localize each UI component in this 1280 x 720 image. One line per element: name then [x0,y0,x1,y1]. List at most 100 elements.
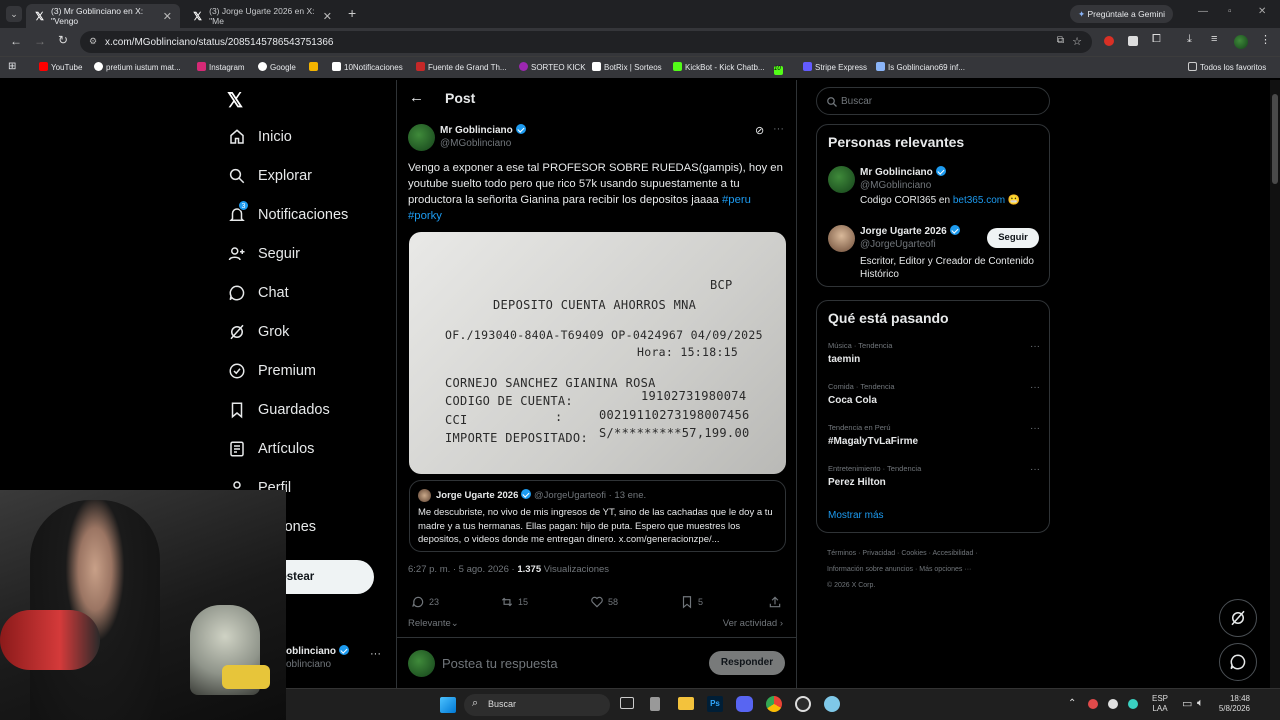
page-scrollbar[interactable] [1270,80,1280,688]
follow-button[interactable]: Seguir [987,228,1039,248]
post-timestamp[interactable]: 6:27 p. m. · 5 ago. 2026 · [408,564,515,575]
tray-chevron-icon[interactable]: ⌃ [1068,698,1076,709]
view-activity-link[interactable]: Ver actividad › [723,618,783,629]
tab-active[interactable]: 𝕏 (3) Mr Goblinciano en X: "Vengo ✕ [26,4,180,28]
grok-fab[interactable] [1219,599,1257,637]
sort-replies-dropdown[interactable]: Relevante⌄ [408,618,459,629]
author-name[interactable]: Mr Goblinciano [440,125,513,136]
bookmark-sorteo-kick[interactable]: SORTEO KICK [519,62,586,72]
reload-icon[interactable]: ↻ [58,33,68,47]
bookmark-pretium[interactable]: pretium iustum mat... [94,62,181,72]
more-dots-icon[interactable]: ··· [1030,464,1040,475]
bookmark-10notificaciones[interactable]: 10Notificaciones [332,62,403,72]
more-dots-icon[interactable]: ··· [1030,382,1040,393]
bookmark-star-icon[interactable]: ☆ [1072,35,1082,48]
volume-icon[interactable]: 🔈︎ [1197,697,1204,710]
extensions-puzzle-icon[interactable]: ⧠ [1152,33,1161,46]
share-button[interactable] [768,595,786,609]
new-tab-icon[interactable]: + [348,5,356,21]
author-avatar[interactable] [408,124,435,151]
close-window-icon[interactable]: ✕ [1258,6,1266,17]
hashtag-link[interactable]: #peru [722,194,751,206]
nav-home[interactable]: Inicio [228,128,292,146]
trend-item[interactable]: Música · Tendencia taemin ··· [828,341,1040,365]
grok-icon[interactable]: ⊘ [755,124,764,137]
tab-inactive[interactable]: 𝕏 (3) Jorge Ugarte 2026 en X: "Me ✕ [184,4,340,28]
trend-item[interactable]: Tendencia en Perú #MagalyTvLaFirme ··· [828,423,1040,447]
bookmark-goblinciano[interactable]: Is Goblinciano69 inf... [876,62,965,72]
footer-link[interactable]: Información sobre anuncios [827,566,913,573]
apps-icon[interactable]: ⊞ [8,61,16,72]
all-bookmarks[interactable]: Todos los favoritos [1188,62,1266,72]
bio-link[interactable]: bet365.com [953,195,1005,206]
nav-grok[interactable]: Grok [228,323,289,341]
task-view-icon[interactable] [620,697,634,709]
x-logo-icon[interactable]: 𝕏 [227,88,243,113]
footer-link[interactable]: Más opciones ··· [919,566,971,573]
footer-link[interactable]: Privacidad [862,550,895,557]
show-more-link[interactable]: Mostrar más [828,510,884,521]
profile-avatar[interactable] [1234,35,1248,49]
clock[interactable]: 18:48 5/8/2026 [1214,694,1250,714]
network-icon[interactable]: ▭ [1182,697,1192,710]
person-name[interactable]: Mr Goblinciano [860,167,933,178]
close-tab-icon[interactable]: ✕ [163,10,172,23]
bookmark-10[interactable]: 10 [774,62,786,75]
trend-item[interactable]: Comida · Tendencia Coca Cola ··· [828,382,1040,406]
site-info-icon[interactable]: ⚙ [89,36,97,47]
app-icon[interactable] [824,696,840,712]
person-name[interactable]: Jorge Ugarte 2026 [860,226,947,237]
media-icon[interactable]: ≡ [1211,33,1217,45]
like-button[interactable]: 58 [590,595,618,609]
bookmark-stripe[interactable]: Stripe Express [803,62,867,72]
bookmark-botrix[interactable]: BotRix | Sorteos [592,62,662,72]
more-dots-icon[interactable]: ··· [370,648,381,660]
bookmark-instagram[interactable]: Instagram [197,62,245,72]
extension-icon[interactable] [1104,36,1114,46]
file-explorer-icon[interactable] [678,697,694,710]
menu-icon[interactable]: ⋮ [1260,33,1271,46]
photoshop-icon[interactable]: Ps [707,696,723,712]
minimize-icon[interactable]: — [1198,6,1208,17]
tab-search-icon[interactable]: ⌄ [6,6,22,22]
close-tab-icon[interactable]: ✕ [323,10,332,23]
more-dots-icon[interactable]: ··· [1030,341,1040,352]
reply-button[interactable]: 23 [411,595,439,609]
bookmark-youtube[interactable]: YouTube [39,62,82,72]
footer-link[interactable]: Accesibilidad [932,550,973,557]
nav-notifications[interactable]: 3 Notificaciones [228,200,348,224]
address-bar[interactable]: ⚙ x.com/MGoblinciano/status/208514578654… [80,31,1092,53]
nav-premium[interactable]: Premium [228,362,316,380]
bookmark-icon-only[interactable] [309,62,321,72]
language-indicator[interactable]: ESP LAA [1152,694,1168,714]
install-icon[interactable]: ⧉ [1057,35,1064,46]
back-icon[interactable]: ← [10,34,22,48]
person-avatar[interactable] [828,225,855,252]
bookmark-button[interactable]: 5 [680,595,703,609]
more-dots-icon[interactable]: ··· [773,123,784,135]
taskbar-search[interactable]: ⌕ Buscar [464,694,610,716]
chrome-icon[interactable] [766,696,782,712]
messages-fab[interactable] [1219,643,1257,681]
app-icon[interactable] [650,697,660,711]
footer-link[interactable]: Términos [827,550,856,557]
footer-link[interactable]: Cookies [901,550,926,557]
quoted-post[interactable]: Jorge Ugarte 2026 @JorgeUgarteofi · 13 e… [409,480,786,552]
start-icon[interactable] [440,697,456,713]
bookmark-kickbot[interactable]: KickBot - Kick Chatb... [673,62,765,72]
person-avatar[interactable] [828,166,855,193]
hashtag-link[interactable]: #porky [408,210,442,222]
nav-bookmarks[interactable]: Guardados [228,401,330,419]
nav-follow[interactable]: Seguir [228,245,300,263]
restore-icon[interactable]: ▫ [1228,6,1232,17]
post-image-receipt[interactable]: BCP DEPOSITO CUENTA AHORROS MNA OF./1930… [409,232,786,474]
download-icon[interactable]: ⤓ [1187,33,1192,46]
nav-explore[interactable]: Explorar [228,167,312,185]
repost-button[interactable]: 15 [500,595,528,609]
discord-icon[interactable] [736,696,753,712]
more-dots-icon[interactable]: ··· [1030,423,1040,434]
reply-input[interactable]: Postea tu respuesta [442,656,558,671]
search-input[interactable]: Buscar [816,87,1050,115]
gemini-button[interactable]: ✦ Pregúntale a Gemini [1070,5,1173,23]
back-arrow-icon[interactable]: ← [409,89,424,106]
